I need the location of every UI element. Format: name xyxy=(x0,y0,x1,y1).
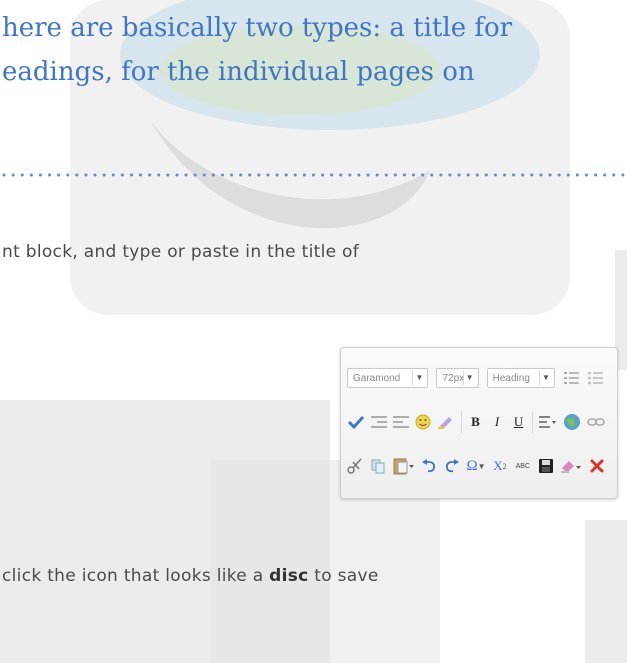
heading-line-1: here are basically two types: a title fo… xyxy=(2,13,513,43)
dotted-divider xyxy=(2,173,627,177)
eraser-icon[interactable] xyxy=(560,455,582,477)
chevron-down-icon[interactable]: ▼ xyxy=(462,371,476,385)
font-family-value: Garamond xyxy=(353,372,401,384)
subscript-label: X xyxy=(493,458,503,473)
paragraph-2-before: click the icon that looks like a xyxy=(2,566,270,586)
editor-toolbar: Garamond ▼ 72px ▼ Heading ▼ B I U Ω ▼ X … xyxy=(340,347,618,499)
toolbar-row-editing: Ω ▼ X2 ABC xyxy=(347,452,611,480)
subscript-icon[interactable]: X2 xyxy=(492,455,509,477)
spellcheck-icon[interactable] xyxy=(347,411,365,433)
cut-icon[interactable] xyxy=(347,455,364,477)
special-char-icon[interactable]: Ω ▼ xyxy=(466,455,485,477)
undo-icon[interactable] xyxy=(421,455,438,477)
redo-icon[interactable] xyxy=(444,455,461,477)
underline-button[interactable]: U xyxy=(511,411,527,433)
delete-icon[interactable] xyxy=(588,455,605,477)
paragraph-2-after: to save xyxy=(308,566,379,586)
format-select[interactable]: Heading ▼ xyxy=(486,368,555,388)
toolbar-row-formatting: B I U xyxy=(347,408,611,436)
paragraph-2-bold: disc xyxy=(269,566,309,586)
emoticon-icon[interactable] xyxy=(415,411,431,433)
outdent-icon[interactable] xyxy=(371,411,387,433)
chevron-down-icon[interactable]: ▼ xyxy=(412,371,425,385)
paste-icon[interactable] xyxy=(393,455,415,477)
indent-icon[interactable] xyxy=(393,411,409,433)
toolbar-separator xyxy=(532,411,533,433)
globe-icon[interactable] xyxy=(563,411,581,433)
abc-icon[interactable]: ABC xyxy=(514,455,531,477)
chevron-down-icon[interactable]: ▼ xyxy=(539,371,552,385)
omega-label: Ω xyxy=(466,457,478,474)
font-size-value: 72px xyxy=(442,372,465,384)
ordered-list-icon[interactable] xyxy=(563,367,581,389)
toolbar-separator xyxy=(461,411,462,433)
toolbar-row-selects: Garamond ▼ 72px ▼ Heading ▼ xyxy=(347,364,611,392)
abc-label: ABC xyxy=(515,462,530,470)
highlighter-icon[interactable] xyxy=(437,411,455,433)
copy-icon[interactable] xyxy=(370,455,387,477)
bold-button[interactable]: B xyxy=(468,411,484,433)
instruction-paragraph-2: click the icon that looks like a disc to… xyxy=(2,566,379,586)
format-value: Heading xyxy=(492,372,530,384)
font-size-select[interactable]: 72px ▼ xyxy=(436,368,479,388)
instruction-paragraph-1: nt block, and type or paste in the title… xyxy=(2,242,360,262)
background-artwork xyxy=(0,0,627,663)
unordered-list-icon[interactable] xyxy=(587,367,605,389)
align-icon[interactable] xyxy=(539,411,557,433)
save-disc-icon[interactable] xyxy=(537,455,554,477)
italic-button[interactable]: I xyxy=(489,411,505,433)
font-family-select[interactable]: Garamond ▼ xyxy=(347,368,429,388)
heading-line-2: eadings, for the individual pages on xyxy=(2,57,475,87)
link-icon[interactable] xyxy=(587,411,605,433)
heading-text-block: here are basically two types: a title fo… xyxy=(2,6,512,94)
